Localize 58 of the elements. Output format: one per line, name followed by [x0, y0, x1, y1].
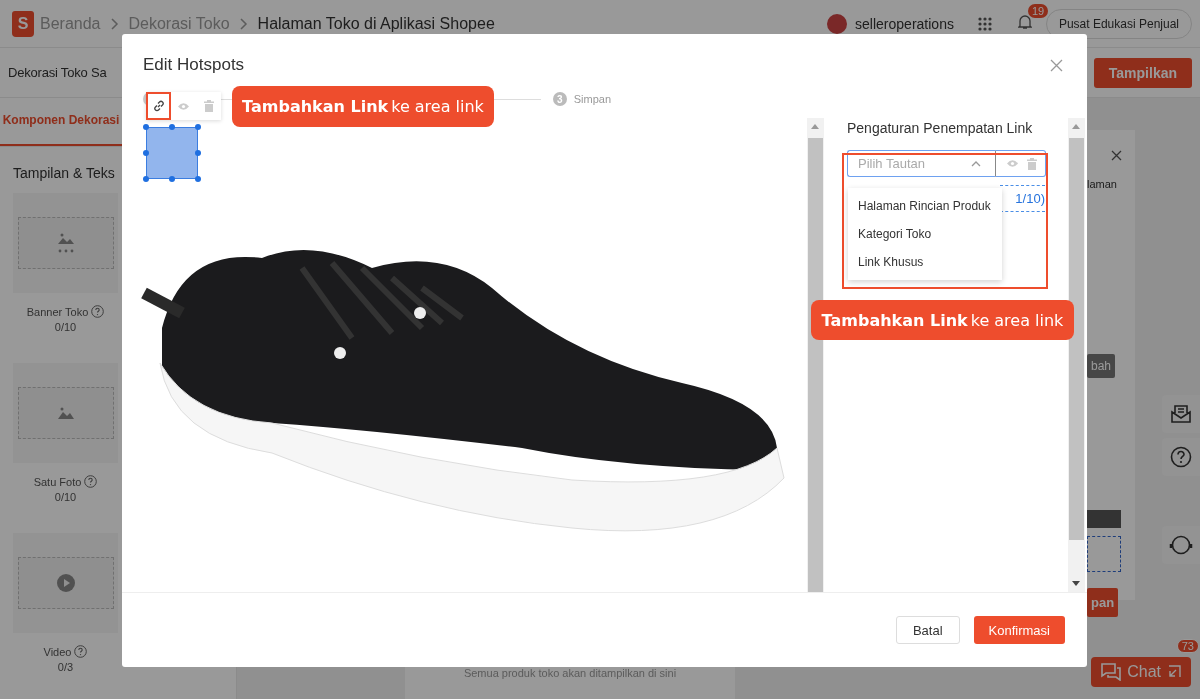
- hotspot-area[interactable]: [146, 127, 198, 179]
- instruction-callout: Tambahkan Link ke area link: [232, 86, 494, 127]
- eye-icon: [1006, 159, 1019, 168]
- panel-bar: [1087, 510, 1121, 528]
- link-select[interactable]: Pilih Tautan: [847, 150, 995, 177]
- panel-text: laman: [1087, 178, 1117, 190]
- dropdown-option[interactable]: Halaman Rincian Produk: [848, 192, 1002, 220]
- link-icon: [152, 100, 165, 112]
- dropdown-option[interactable]: Link Khusus: [848, 248, 1002, 276]
- component-label: Banner Toko: [26, 305, 89, 318]
- chevron-up-icon: [971, 161, 981, 167]
- chat-icon: [1101, 663, 1122, 681]
- publish-button[interactable]: Tampilkan: [1093, 57, 1192, 88]
- trash-icon: [203, 100, 214, 112]
- notification-badge: 19: [1027, 3, 1049, 18]
- username[interactable]: selleroperations: [855, 15, 954, 32]
- cancel-button[interactable]: Batal: [895, 616, 960, 644]
- breadcrumb-link[interactable]: Dekorasi Toko: [128, 14, 230, 33]
- chat-button[interactable]: Chat: [1091, 657, 1191, 687]
- panel-button[interactable]: bah: [1087, 354, 1116, 378]
- chevron-right-icon: [239, 17, 248, 30]
- component-label: Video: [43, 645, 72, 658]
- help-icon[interactable]: [84, 475, 98, 488]
- breadcrumb-link[interactable]: Halaman Toko di Aplikasi Shopee: [257, 14, 495, 33]
- scrollbar[interactable]: [1068, 118, 1085, 592]
- breadcrumb-link[interactable]: Beranda: [40, 14, 101, 33]
- avatar-icon[interactable]: [827, 13, 848, 34]
- help-icon[interactable]: [74, 645, 88, 658]
- apps-grid-icon[interactable]: [977, 16, 992, 31]
- help-center-button[interactable]: Pusat Edukasi Penjual: [1045, 8, 1192, 39]
- chat-badge: 73: [1176, 639, 1199, 653]
- expand-icon: [1167, 665, 1181, 679]
- shop-logo[interactable]: S: [12, 10, 34, 37]
- image-icon: [55, 406, 76, 420]
- component-count: 0/3: [56, 661, 75, 673]
- bell-icon[interactable]: [1017, 13, 1032, 30]
- page-title: Dekorasi Toko Sa: [8, 65, 107, 80]
- help-icon[interactable]: [91, 305, 105, 318]
- eye-icon: [177, 101, 190, 111]
- save-button[interactable]: pan: [1087, 588, 1119, 617]
- play-icon: [55, 573, 76, 593]
- panel-title: Pengaturan Penempatan Link: [847, 120, 1034, 136]
- step-label: Simpan: [573, 93, 611, 105]
- image-icon: [55, 232, 76, 254]
- close-icon[interactable]: [1111, 150, 1122, 161]
- component-count: 0/10: [53, 491, 78, 503]
- chevron-right-icon: [110, 17, 119, 30]
- component-label: Satu Foto: [33, 475, 82, 488]
- trash-icon: [1027, 157, 1037, 170]
- component-card[interactable]: [13, 533, 118, 633]
- dialog-title: Edit Hotspots: [143, 55, 245, 75]
- step-number: 3: [552, 92, 567, 106]
- instruction-callout: Tambahkan Link ke area link: [811, 300, 1074, 340]
- component-count: 0/10: [53, 321, 78, 333]
- section-title: Tampilan & Teks: [12, 164, 115, 183]
- dropdown-option[interactable]: Kategori Toko: [848, 220, 1002, 248]
- confirm-button[interactable]: Konfirmasi: [973, 616, 1065, 644]
- close-icon[interactable]: [1050, 58, 1063, 72]
